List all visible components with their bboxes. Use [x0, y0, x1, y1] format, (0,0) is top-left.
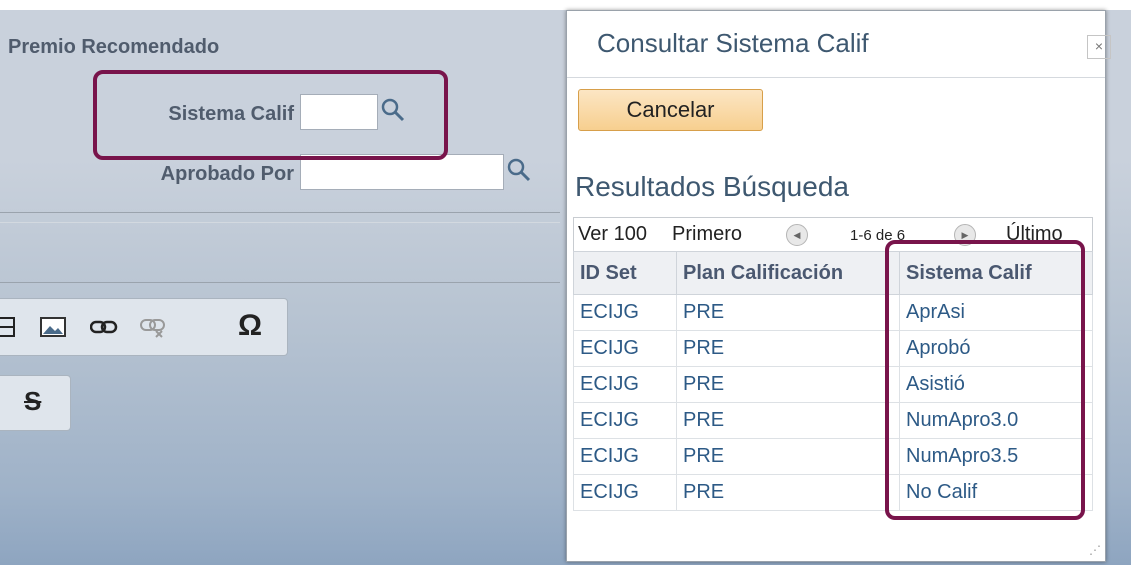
approved-by-search-icon[interactable] — [506, 157, 532, 183]
highlight-box-column — [885, 240, 1085, 520]
previous-arrow-icon[interactable]: ◀ — [786, 224, 808, 246]
first-link[interactable]: Primero — [672, 223, 742, 246]
image-icon[interactable] — [40, 317, 66, 337]
cell-plan[interactable]: PRE — [676, 294, 900, 331]
divider — [567, 77, 1105, 78]
cell-plan[interactable]: PRE — [676, 438, 900, 475]
editor-toolbar: Ω — [0, 298, 288, 356]
table-icon[interactable] — [0, 317, 16, 337]
divider — [0, 222, 560, 223]
approved-by-label: Aprobado Por — [160, 163, 294, 185]
modal-title: Consultar Sistema Calif — [597, 28, 869, 58]
cell-id-set[interactable]: ECIJG — [573, 330, 677, 367]
link-icon[interactable] — [90, 319, 118, 335]
cell-id-set[interactable]: ECIJG — [573, 366, 677, 403]
column-header-plan[interactable]: Plan Calificación — [676, 251, 900, 295]
section-title: Premio Recomendado — [8, 36, 220, 58]
highlight-box-field — [93, 70, 448, 160]
resize-handle-icon[interactable]: ⋰ — [1089, 543, 1101, 557]
divider — [0, 282, 560, 283]
cell-id-set[interactable]: ECIJG — [573, 438, 677, 475]
close-icon[interactable]: × — [1087, 35, 1111, 59]
divider — [0, 212, 560, 213]
unlink-icon[interactable] — [140, 317, 168, 339]
cell-plan[interactable]: PRE — [676, 330, 900, 367]
cell-id-set[interactable]: ECIJG — [573, 474, 677, 511]
view-100-link[interactable]: Ver 100 — [578, 223, 647, 246]
editor-toolbar-row2: S — [0, 375, 71, 431]
cancel-button[interactable]: Cancelar — [578, 89, 763, 131]
cell-plan[interactable]: PRE — [676, 366, 900, 403]
strikethrough-icon[interactable]: S — [24, 386, 41, 417]
special-character-icon[interactable]: Ω — [238, 309, 262, 343]
cell-plan[interactable]: PRE — [676, 474, 900, 511]
cell-plan[interactable]: PRE — [676, 402, 900, 439]
results-title: Resultados Búsqueda — [575, 171, 849, 202]
cell-id-set[interactable]: ECIJG — [573, 402, 677, 439]
column-header-id-set[interactable]: ID Set — [573, 251, 677, 295]
cell-id-set[interactable]: ECIJG — [573, 294, 677, 331]
